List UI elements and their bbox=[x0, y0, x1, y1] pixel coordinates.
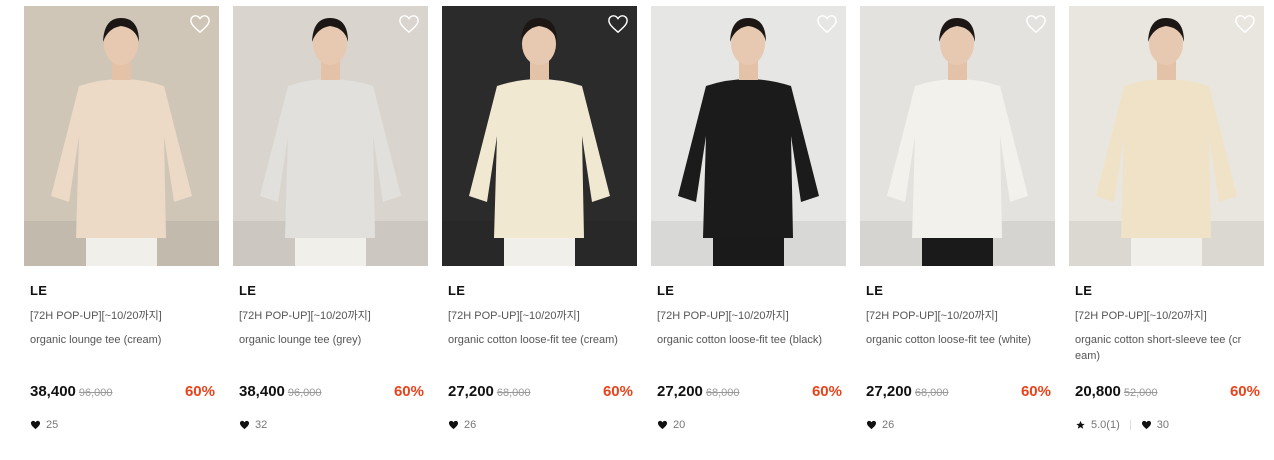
sale-price: 38,400 bbox=[30, 383, 76, 400]
promo-label: [72H POP-UP][~10/20까지] bbox=[448, 310, 580, 322]
heart-icon bbox=[239, 420, 250, 430]
price-row: 38,400 96,000 60% bbox=[239, 383, 424, 403]
price-row: 38,400 96,000 60% bbox=[30, 383, 215, 403]
wishlist-heart-icon[interactable] bbox=[607, 14, 629, 34]
model-wearing-black-loose-fit-tee bbox=[651, 6, 846, 266]
product-name[interactable]: organic lounge tee (cream) bbox=[30, 332, 216, 348]
wishlist-heart-icon[interactable] bbox=[398, 14, 420, 34]
product-meta: 20 bbox=[657, 419, 685, 431]
product-image[interactable] bbox=[442, 6, 637, 266]
like-count: 20 bbox=[673, 419, 686, 431]
price-row: 27,200 68,000 60% bbox=[448, 383, 633, 403]
wishlist-heart-icon[interactable] bbox=[816, 14, 838, 34]
model-wearing-grey-lounge-tee bbox=[233, 6, 428, 266]
product-card-1[interactable]: LE [72H POP-UP][~10/20까지] organic lounge… bbox=[24, 6, 219, 446]
discount-badge: 60% bbox=[184, 383, 215, 400]
product-meta: 32 bbox=[239, 419, 267, 431]
model-on-sofa-cream-short-sleeve-tee bbox=[1069, 6, 1264, 266]
like-count: 32 bbox=[255, 419, 268, 431]
rating-value: 5.0(1) bbox=[1091, 419, 1120, 431]
sale-price: 20,800 bbox=[1075, 383, 1121, 400]
wishlist-heart-icon[interactable] bbox=[1234, 14, 1256, 34]
original-price: 96,000 bbox=[287, 387, 322, 399]
discount-badge: 60% bbox=[811, 383, 842, 400]
product-name[interactable]: organic cotton loose-fit tee (cream) bbox=[448, 332, 634, 348]
product-meta: 5.0(1) 30 bbox=[1075, 419, 1169, 431]
original-price: 68,000 bbox=[496, 387, 531, 399]
brand-name[interactable]: LE bbox=[30, 283, 47, 298]
heart-icon bbox=[1141, 420, 1151, 430]
product-card-4[interactable]: LE [72H POP-UP][~10/20까지] organic cotton… bbox=[651, 6, 846, 446]
brand-name[interactable]: LE bbox=[866, 283, 883, 298]
discount-badge: 60% bbox=[1229, 383, 1260, 400]
price-row: 20,800 52,000 60% bbox=[1075, 383, 1260, 403]
promo-label: [72H POP-UP][~10/20까지] bbox=[30, 310, 162, 322]
product-meta: 26 bbox=[866, 419, 894, 431]
price-row: 27,200 68,000 60% bbox=[866, 383, 1051, 403]
star-icon bbox=[1076, 420, 1085, 429]
product-image[interactable] bbox=[651, 6, 846, 266]
model-wearing-cream-loose-fit-tee bbox=[442, 6, 637, 266]
sale-price: 27,200 bbox=[657, 383, 703, 400]
sale-price: 38,400 bbox=[239, 383, 285, 400]
promo-label: [72H POP-UP][~10/20까지] bbox=[866, 310, 998, 322]
wishlist-heart-icon[interactable] bbox=[1025, 14, 1047, 34]
like-count: 30 bbox=[1156, 419, 1169, 431]
product-image[interactable] bbox=[1069, 6, 1264, 266]
product-card-2[interactable]: LE [72H POP-UP][~10/20까지] organic lounge… bbox=[233, 6, 428, 446]
meta-divider bbox=[1129, 420, 1131, 430]
promo-label: [72H POP-UP][~10/20까지] bbox=[239, 310, 371, 322]
heart-icon bbox=[448, 420, 459, 430]
brand-name[interactable]: LE bbox=[239, 283, 256, 298]
product-image[interactable] bbox=[233, 6, 428, 266]
product-name[interactable]: organic cotton loose-fit tee (black) bbox=[657, 332, 843, 348]
model-with-dog-white-loose-fit-tee bbox=[860, 6, 1055, 266]
sale-price: 27,200 bbox=[866, 383, 912, 400]
like-count: 26 bbox=[882, 419, 895, 431]
product-image[interactable] bbox=[860, 6, 1055, 266]
brand-name[interactable]: LE bbox=[448, 283, 465, 298]
original-price: 52,000 bbox=[1123, 387, 1158, 399]
product-meta: 25 bbox=[30, 419, 58, 431]
wishlist-heart-icon[interactable] bbox=[189, 14, 211, 34]
promo-label: [72H POP-UP][~10/20까지] bbox=[1075, 310, 1207, 322]
product-card-6[interactable]: LE [72H POP-UP][~10/20까지] organic cotton… bbox=[1069, 6, 1264, 446]
model-wearing-cream-lounge-tee bbox=[24, 6, 219, 266]
heart-icon bbox=[866, 420, 877, 430]
original-price: 96,000 bbox=[78, 387, 113, 399]
product-name[interactable]: organic lounge tee (grey) bbox=[239, 332, 425, 348]
product-card-5[interactable]: LE [72H POP-UP][~10/20까지] organic cotton… bbox=[860, 6, 1055, 446]
like-count: 26 bbox=[464, 419, 477, 431]
original-price: 68,000 bbox=[914, 387, 949, 399]
promo-label: [72H POP-UP][~10/20까지] bbox=[657, 310, 789, 322]
brand-name[interactable]: LE bbox=[657, 283, 674, 298]
brand-name[interactable]: LE bbox=[1075, 283, 1092, 298]
product-meta: 26 bbox=[448, 419, 476, 431]
sale-price: 27,200 bbox=[448, 383, 494, 400]
heart-icon bbox=[657, 420, 668, 430]
product-name[interactable]: organic cotton short-sleeve tee (cr eam) bbox=[1075, 332, 1261, 364]
product-name[interactable]: organic cotton loose-fit tee (white) bbox=[866, 332, 1052, 348]
product-card-3[interactable]: LE [72H POP-UP][~10/20까지] organic cotton… bbox=[442, 6, 637, 446]
original-price: 68,000 bbox=[705, 387, 740, 399]
product-image[interactable] bbox=[24, 6, 219, 266]
discount-badge: 60% bbox=[393, 383, 424, 400]
discount-badge: 60% bbox=[602, 383, 633, 400]
price-row: 27,200 68,000 60% bbox=[657, 383, 842, 403]
product-grid: LE [72H POP-UP][~10/20까지] organic lounge… bbox=[0, 0, 1274, 460]
discount-badge: 60% bbox=[1020, 383, 1051, 400]
like-count: 25 bbox=[46, 419, 59, 431]
heart-icon bbox=[30, 420, 41, 430]
